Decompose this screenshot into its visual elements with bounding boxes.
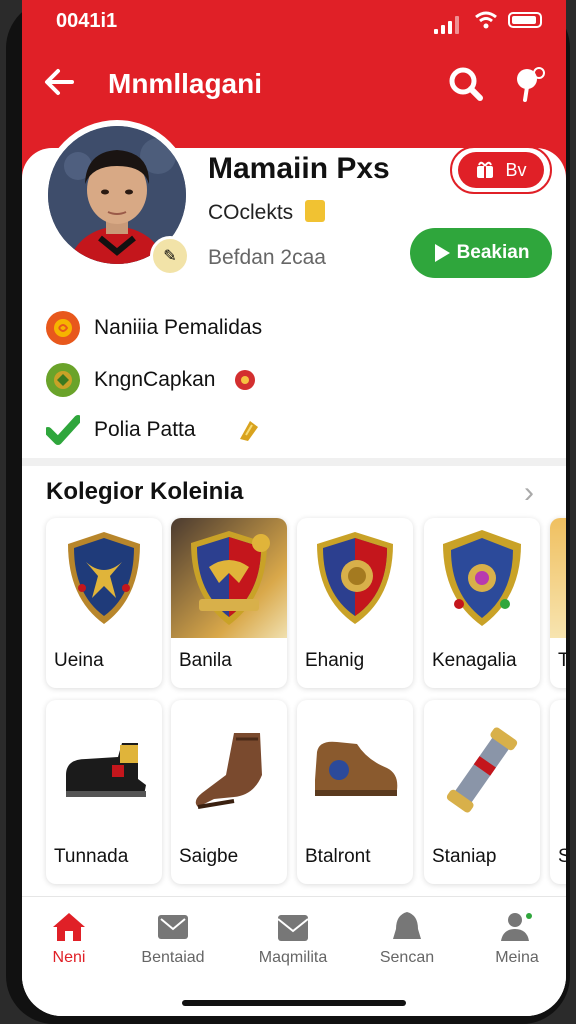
check-icon bbox=[46, 413, 80, 447]
flower-icon bbox=[233, 368, 257, 392]
profile-line2: Befdan 2caa bbox=[208, 246, 326, 269]
item-label: Saigbe bbox=[179, 846, 239, 867]
collection-item[interactable]: Staniap bbox=[424, 700, 540, 884]
section-title: Kolegior Koleinia bbox=[46, 478, 244, 505]
stat-row-1: KngnCapkan bbox=[46, 360, 257, 400]
stat-row-0: Naniiia Pemalidas bbox=[46, 308, 262, 348]
profile-line1: COclekts bbox=[208, 201, 294, 224]
nav-item-home[interactable]: Neni bbox=[24, 907, 114, 967]
status-bar: 0041i1 bbox=[22, 0, 566, 44]
item-label: Kenagalia bbox=[432, 650, 517, 671]
nav-item-profile[interactable]: Meina bbox=[472, 907, 562, 967]
home-icon bbox=[53, 913, 85, 941]
item-label: Btalront bbox=[305, 846, 371, 867]
item-label: Banila bbox=[179, 650, 232, 671]
play-button-label: Beakian bbox=[456, 242, 530, 263]
trophy-icon bbox=[305, 200, 326, 222]
section-divider bbox=[22, 458, 566, 466]
leather-shoe-icon bbox=[297, 700, 413, 840]
bell-icon bbox=[393, 912, 421, 939]
collection-item[interactable]: Btalront bbox=[297, 700, 413, 884]
collection-item[interactable]: Ehanig bbox=[297, 518, 413, 688]
status-time: 0041i1 bbox=[56, 10, 118, 32]
user-icon bbox=[501, 913, 532, 941]
nav-item-mail[interactable]: Bentaiad bbox=[128, 907, 218, 967]
nav-label: Neni bbox=[52, 949, 86, 966]
brown-boot-icon bbox=[171, 700, 287, 840]
page-title: Mnmllagani bbox=[108, 68, 263, 99]
back-arrow-icon[interactable] bbox=[42, 62, 76, 111]
item-label: S bbox=[558, 846, 566, 867]
nav-item-messages[interactable]: Maqmilita bbox=[248, 907, 338, 967]
top-bar: Mnmllagani bbox=[22, 58, 566, 108]
envelope-icon bbox=[277, 915, 309, 941]
collection-item[interactable]: Banila bbox=[171, 518, 287, 688]
ball-icon bbox=[46, 363, 80, 397]
collection-item[interactable]: Kenagalia bbox=[424, 518, 540, 688]
collection-item[interactable]: Saigbe bbox=[171, 700, 287, 884]
profile-name: Mamaiin Pxs bbox=[208, 152, 390, 185]
ornate-shield-icon bbox=[424, 518, 540, 638]
partial-item-icon bbox=[550, 700, 566, 840]
search-icon[interactable] bbox=[446, 64, 486, 104]
nav-label: Sencan bbox=[379, 949, 435, 966]
badge-button-label: Bv bbox=[505, 159, 527, 180]
phone-frame: 0041i1 Mnmllagani ✎ Mamaiin Pxs COclekts… bbox=[6, 0, 570, 1024]
nav-item-notifications[interactable]: Sencan bbox=[362, 907, 452, 967]
gift-icon bbox=[477, 161, 494, 178]
avatar-badge-icon: ✎ bbox=[150, 236, 190, 276]
nav-label: Maqmilita bbox=[258, 949, 328, 966]
stat-row-2: Polia Patta bbox=[46, 410, 262, 450]
item-label: Tunnada bbox=[54, 846, 129, 867]
mail-icon bbox=[158, 915, 188, 939]
black-boot-icon bbox=[46, 700, 162, 840]
collection-item[interactable]: S bbox=[550, 700, 566, 884]
item-label: Ehanig bbox=[305, 650, 365, 671]
stat-label: KngnCapkan bbox=[94, 368, 216, 391]
play-button[interactable]: Beakian bbox=[410, 228, 552, 278]
bottom-nav: Neni Bentaiad Maqmilita Sencan Meina bbox=[22, 896, 566, 1016]
partial-item-icon bbox=[550, 518, 566, 638]
item-label: T bbox=[558, 650, 566, 671]
item-label: Staniap bbox=[432, 846, 497, 867]
collection-item[interactable]: Tunnada bbox=[46, 700, 162, 884]
wifi-icon bbox=[474, 10, 498, 36]
scroll-tube-icon bbox=[424, 700, 540, 840]
medal-icon bbox=[236, 417, 262, 443]
item-label: Ueina bbox=[54, 650, 104, 671]
collection-item[interactable]: T bbox=[550, 518, 566, 688]
nav-label: Bentaiad bbox=[141, 949, 205, 966]
chevron-right-icon[interactable]: › bbox=[524, 476, 534, 510]
play-icon bbox=[434, 244, 450, 262]
home-indicator[interactable] bbox=[182, 1000, 406, 1006]
stat-label: Naniiia Pemalidas bbox=[94, 316, 263, 339]
stat-label: Polia Patta bbox=[94, 418, 196, 441]
profile-collection-line: COclekts bbox=[208, 200, 326, 225]
crest-badge-icon bbox=[171, 518, 287, 638]
nav-label: Meina bbox=[495, 949, 539, 966]
shield-badge-icon bbox=[46, 518, 162, 638]
badge-button[interactable]: Bv bbox=[450, 146, 552, 194]
pin-icon[interactable] bbox=[510, 64, 550, 104]
screen: 0041i1 Mnmllagani ✎ Mamaiin Pxs COclekts… bbox=[22, 0, 566, 1016]
battery-icon bbox=[508, 12, 542, 28]
badge-button-inner: Bv bbox=[458, 152, 544, 188]
coin-icon bbox=[46, 311, 80, 345]
collection-item[interactable]: Ueina bbox=[46, 518, 162, 688]
signal-icon bbox=[434, 14, 460, 34]
round-shield-icon bbox=[297, 518, 413, 638]
